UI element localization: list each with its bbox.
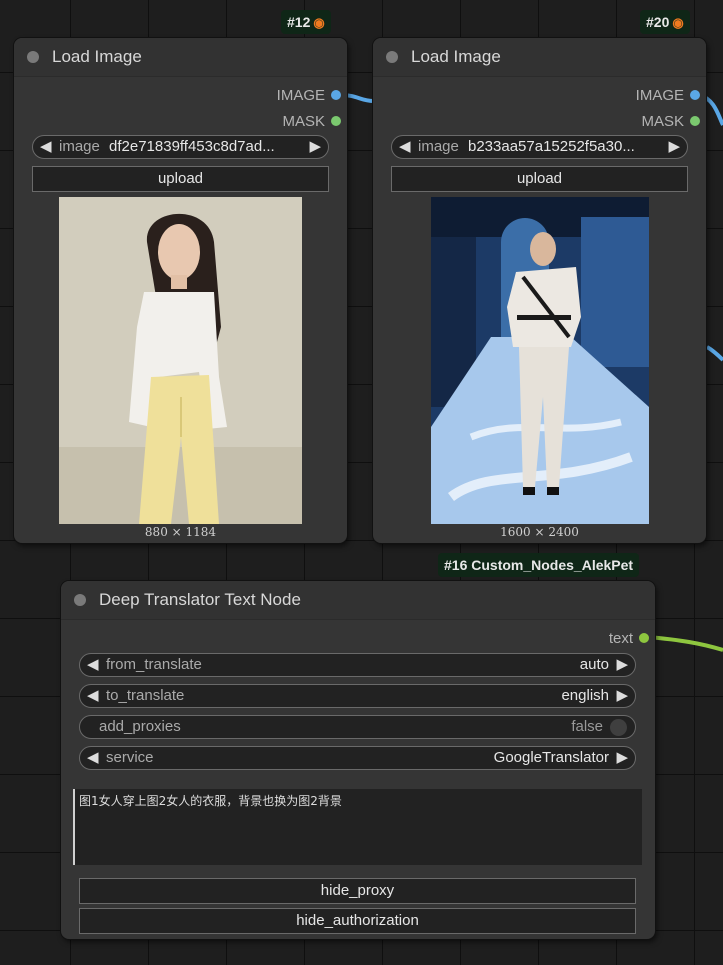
arrow-left-icon[interactable]: ◀ (87, 686, 99, 704)
node-badge-12: #12 ◉ (281, 10, 331, 34)
arrow-right-icon[interactable]: ▶ (616, 748, 628, 766)
upload-button[interactable]: upload (32, 166, 329, 192)
node-badge-20: #20 ◉ (640, 10, 690, 34)
load-image-node-12[interactable]: Load Image IMAGE MASK ◀ image df2e71839f… (14, 38, 347, 543)
fox-icon: ◉ (672, 15, 684, 30)
image-wire-3 (705, 345, 723, 362)
node-title: Load Image (52, 47, 142, 66)
output-label-image: IMAGE (276, 87, 325, 104)
output-label-mask: MASK (641, 113, 684, 130)
arrow-left-icon[interactable]: ◀ (40, 137, 52, 155)
arrow-right-icon[interactable]: ▶ (668, 137, 680, 155)
arrow-left-icon[interactable]: ◀ (87, 748, 99, 766)
service-combo[interactable]: ◀ service GoogleTranslator ▶ (79, 746, 636, 770)
arrow-left-icon[interactable]: ◀ (87, 655, 99, 673)
collapse-dot-icon[interactable] (27, 51, 39, 63)
to-translate-combo[interactable]: ◀ to_translate english ▶ (79, 684, 636, 708)
image-select-combo[interactable]: ◀ image df2e71839ff453c8d7ad... ▶ (32, 135, 329, 159)
hide-proxy-button[interactable]: hide_proxy (79, 878, 636, 904)
combo-label: to_translate (106, 687, 185, 704)
prompt-textarea[interactable]: 图1女人穿上图2女人的衣服，背景也换为图2背景 (73, 789, 642, 865)
hide-authorization-button[interactable]: hide_authorization (79, 908, 636, 934)
combo-value: b233aa57a15252f5a30... (468, 138, 635, 155)
load-image-node-20[interactable]: Load Image IMAGE MASK ◀ image b233aa57a1… (373, 38, 706, 543)
image-size-caption: 880 × 1184 (144, 525, 217, 539)
arrow-right-icon[interactable]: ▶ (309, 137, 321, 155)
preview-image (59, 197, 302, 524)
arrow-left-icon[interactable]: ◀ (399, 137, 411, 155)
image-size-caption: 1600 × 2400 (500, 525, 579, 539)
output-port-image[interactable] (331, 90, 341, 100)
text-wire (648, 635, 723, 652)
node-title-bar[interactable]: Load Image (373, 38, 706, 77)
toggle-value: false (571, 718, 603, 735)
output-port-mask[interactable] (331, 116, 341, 126)
arrow-right-icon[interactable]: ▶ (616, 686, 628, 704)
add-proxies-toggle[interactable]: add_proxies false (79, 715, 636, 739)
preview-image (431, 197, 649, 524)
toggle-label: add_proxies (99, 718, 181, 735)
node-badge-16: #16 Custom_Nodes_AlekPet (438, 553, 640, 577)
output-port-text[interactable] (639, 633, 649, 643)
node-title: Load Image (411, 47, 501, 66)
output-label-text: text (608, 630, 633, 647)
node-title: Deep Translator Text Node (99, 590, 301, 609)
node-title-bar[interactable]: Deep Translator Text Node (61, 581, 655, 620)
output-label-mask: MASK (282, 113, 325, 130)
node-title-bar[interactable]: Load Image (14, 38, 347, 77)
combo-value: english (561, 687, 609, 704)
collapse-dot-icon[interactable] (386, 51, 398, 63)
fox-icon: ◉ (313, 15, 325, 30)
from-translate-combo[interactable]: ◀ from_translate auto ▶ (79, 653, 636, 677)
upload-button[interactable]: upload (391, 166, 688, 192)
combo-value: df2e71839ff453c8d7ad... (109, 138, 275, 155)
combo-label: from_translate (106, 656, 202, 673)
collapse-dot-icon[interactable] (74, 594, 86, 606)
image-select-combo[interactable]: ◀ image b233aa57a15252f5a30... ▶ (391, 135, 688, 159)
output-port-mask[interactable] (690, 116, 700, 126)
combo-value: GoogleTranslator (493, 749, 609, 766)
output-label-image: IMAGE (635, 87, 684, 104)
deep-translator-node[interactable]: Deep Translator Text Node text ◀ from_tr… (61, 581, 655, 939)
toggle-icon[interactable] (610, 719, 627, 736)
arrow-right-icon[interactable]: ▶ (616, 655, 628, 673)
combo-label: image (59, 138, 100, 155)
combo-label: image (418, 138, 459, 155)
combo-label: service (106, 749, 154, 766)
combo-value: auto (579, 656, 609, 673)
output-port-image[interactable] (690, 90, 700, 100)
